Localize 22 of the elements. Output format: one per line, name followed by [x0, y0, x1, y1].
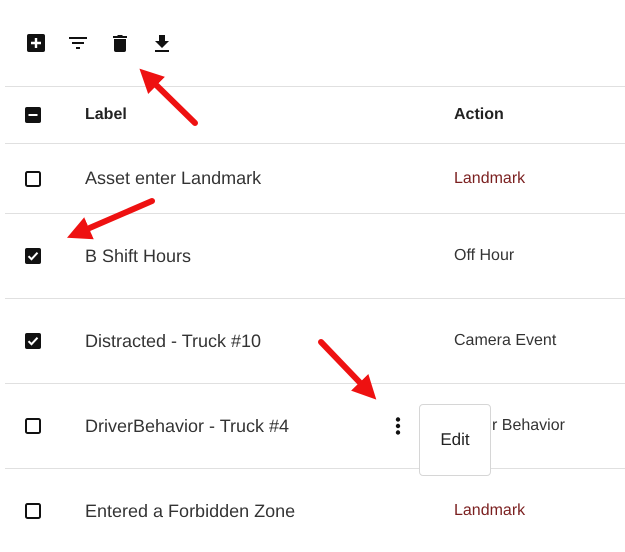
label-text: Entered a Forbidden Zone — [85, 500, 296, 522]
column-header: Action — [454, 106, 505, 124]
checkbox[interactable] — [24, 417, 42, 435]
checkbox[interactable] — [24, 332, 42, 350]
label-text: Distracted - Truck #10 — [85, 330, 262, 352]
action-text: Landmark — [454, 502, 526, 520]
annotation-arrow — [318, 339, 376, 400]
action-text: Camera Event — [454, 332, 556, 350]
column-header: Label — [85, 106, 128, 124]
label-text: DriverBehavior - Truck #4 — [85, 416, 290, 436]
select-all-checkbox[interactable] — [24, 106, 42, 124]
checkbox[interactable] — [24, 170, 42, 188]
checkbox[interactable] — [24, 247, 42, 265]
action-text: Landmark — [454, 170, 526, 188]
action-text: Off Hour — [454, 247, 514, 265]
annotation-arrow — [139, 68, 198, 126]
action-text: r Behavior — [491, 417, 565, 435]
menu-item[interactable]: Edit — [436, 426, 474, 454]
add-icon[interactable] — [24, 31, 48, 55]
label-text: B Shift Hours — [85, 246, 192, 266]
checkbox[interactable] — [24, 502, 42, 520]
label-text: Asset enter Landmark — [85, 168, 262, 189]
